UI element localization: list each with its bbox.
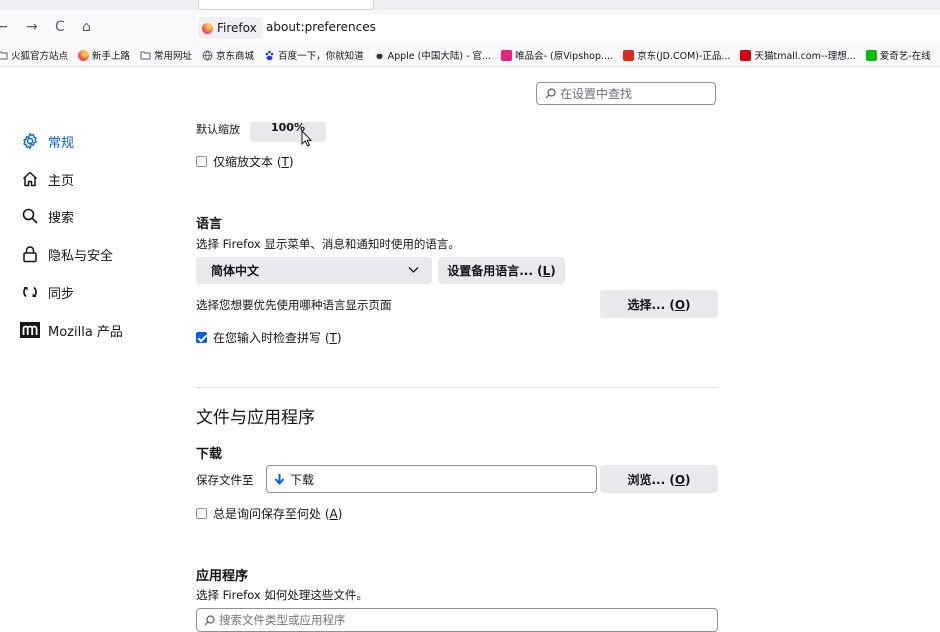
save-to-label: 保存文件至 [196, 473, 254, 487]
bookmark-item[interactable]: 京东商城 [202, 48, 254, 62]
sidebar-item-privacy[interactable]: 隐私与安全 [20, 242, 113, 266]
download-folder-field[interactable]: 下载 [266, 465, 597, 493]
tab-title: Firefox [217, 21, 257, 35]
language-select[interactable]: 简体中文 [196, 257, 432, 284]
mouse-cursor-icon [301, 130, 313, 147]
page-language-label: 选择您想要优先使用哪种语言显示页面 [196, 298, 392, 312]
url-text[interactable]: about:preferences [266, 20, 376, 34]
set-alternative-languages-button[interactable]: 设置备用语言... (L) [438, 257, 565, 284]
identity-box[interactable]: Firefox [198, 17, 263, 39]
globe-icon [202, 50, 213, 60]
applications-description: 选择 Firefox 如何处理这些文件。 [196, 588, 368, 602]
bookmark-item[interactable]: 新手上路 [78, 48, 130, 62]
search-icon [20, 206, 40, 226]
bookmark-item[interactable]: 天猫tmall.com--理想... [740, 48, 856, 62]
zoom-text-only-label: 仅缩放文本 (T) [213, 155, 294, 169]
bookmark-item[interactable]: 爱奇艺-在线 [865, 48, 931, 62]
downloads-heading: 下载 [196, 447, 223, 462]
settings-search-box[interactable] [536, 82, 716, 105]
zoom-text-only-option[interactable]: 仅缩放文本 (T) [196, 153, 294, 170]
sidebar-item-label: 搜索 [48, 210, 75, 226]
default-zoom-select[interactable]: 100% [250, 122, 326, 142]
folder-icon [0, 51, 8, 60]
zoom-text-only-checkbox[interactable] [196, 156, 207, 167]
applications-search-box[interactable] [196, 608, 718, 632]
choose-languages-button[interactable]: 选择... (O) [600, 290, 718, 318]
forward-icon[interactable]: → [26, 18, 38, 36]
firefox-icon [202, 22, 213, 34]
zoom-row-clipped: 默认缩放 100% [196, 122, 336, 142]
spellcheck-label: 在您输入时检查拼写 (T) [213, 331, 342, 345]
settings-search-input[interactable] [560, 86, 710, 101]
sidebar-item-mozilla-products[interactable]: Mozilla 产品 [20, 318, 123, 342]
language-heading: 语言 [196, 217, 223, 232]
baidu-icon [265, 50, 274, 60]
files-apps-section-title: 文件与应用程序 [196, 408, 315, 428]
spellcheck-checkbox[interactable] [196, 332, 207, 343]
bookmarks-toolbar: 火狐官方站点 新手上路 常用网址 京东商城 百度一下，你就知道 Apple (中… [0, 44, 940, 67]
sidebar-item-label: 常规 [48, 135, 75, 151]
always-ask-label: 总是询问保存至何处 (A) [213, 507, 343, 521]
applications-heading: 应用程序 [196, 569, 249, 584]
section-divider [196, 387, 718, 388]
chevron-down-icon [408, 267, 419, 273]
applications-search-input[interactable] [219, 613, 619, 627]
tmall-icon [740, 49, 752, 61]
iqiyi-icon [865, 49, 877, 61]
gear-icon [20, 131, 40, 151]
search-icon [204, 614, 215, 625]
bookmark-item[interactable]: Apple (中国大陆) - 官... [374, 48, 491, 62]
sidebar-item-general[interactable]: 常规 [20, 129, 74, 153]
bookmark-item[interactable]: 火狐官方站点 [0, 48, 68, 62]
home-icon[interactable]: ⌂ [82, 18, 91, 36]
apple-icon [374, 50, 385, 60]
vip-icon [501, 49, 513, 61]
reload-icon[interactable]: C [55, 18, 65, 36]
active-tab[interactable] [198, 0, 374, 10]
bookmark-item[interactable]: 百度一下，你就知道 [264, 48, 364, 62]
mozilla-icon [20, 320, 40, 340]
default-zoom-label: 默认缩放 [196, 123, 240, 136]
download-arrow-icon [274, 473, 285, 485]
jd-icon [623, 49, 635, 61]
sidebar-item-sync[interactable]: 同步 [20, 280, 74, 304]
folder-icon [140, 51, 151, 60]
always-ask-checkbox[interactable] [196, 508, 207, 519]
sync-icon [20, 282, 40, 302]
sidebar-item-label: 主页 [48, 173, 75, 189]
sidebar-item-search[interactable]: 搜索 [20, 204, 74, 228]
firefox-icon [78, 49, 90, 61]
sidebar-item-home[interactable]: 主页 [20, 167, 74, 191]
always-ask-option[interactable]: 总是询问保存至何处 (A) [196, 505, 342, 522]
spellcheck-option[interactable]: 在您输入时检查拼写 (T) [196, 329, 342, 346]
sidebar-item-label: Mozilla 产品 [48, 324, 123, 340]
sidebar-item-label: 同步 [48, 286, 75, 302]
bookmark-item[interactable]: 唯品会- (原Vipshop.... [501, 48, 613, 62]
browse-button[interactable]: 浏览... (O) [600, 465, 718, 493]
language-description: 选择 Firefox 显示菜单、消息和通知时使用的语言。 [196, 237, 460, 251]
back-icon[interactable]: ← [0, 18, 8, 36]
bookmark-item[interactable]: 常用网址 [140, 48, 192, 62]
home-icon [20, 169, 40, 189]
lock-icon [20, 244, 40, 264]
search-icon [545, 88, 556, 99]
tab-strip [0, 0, 940, 10]
sidebar-item-label: 隐私与安全 [48, 248, 114, 264]
bookmark-item[interactable]: 京东(JD.COM)-正品... [623, 48, 730, 62]
